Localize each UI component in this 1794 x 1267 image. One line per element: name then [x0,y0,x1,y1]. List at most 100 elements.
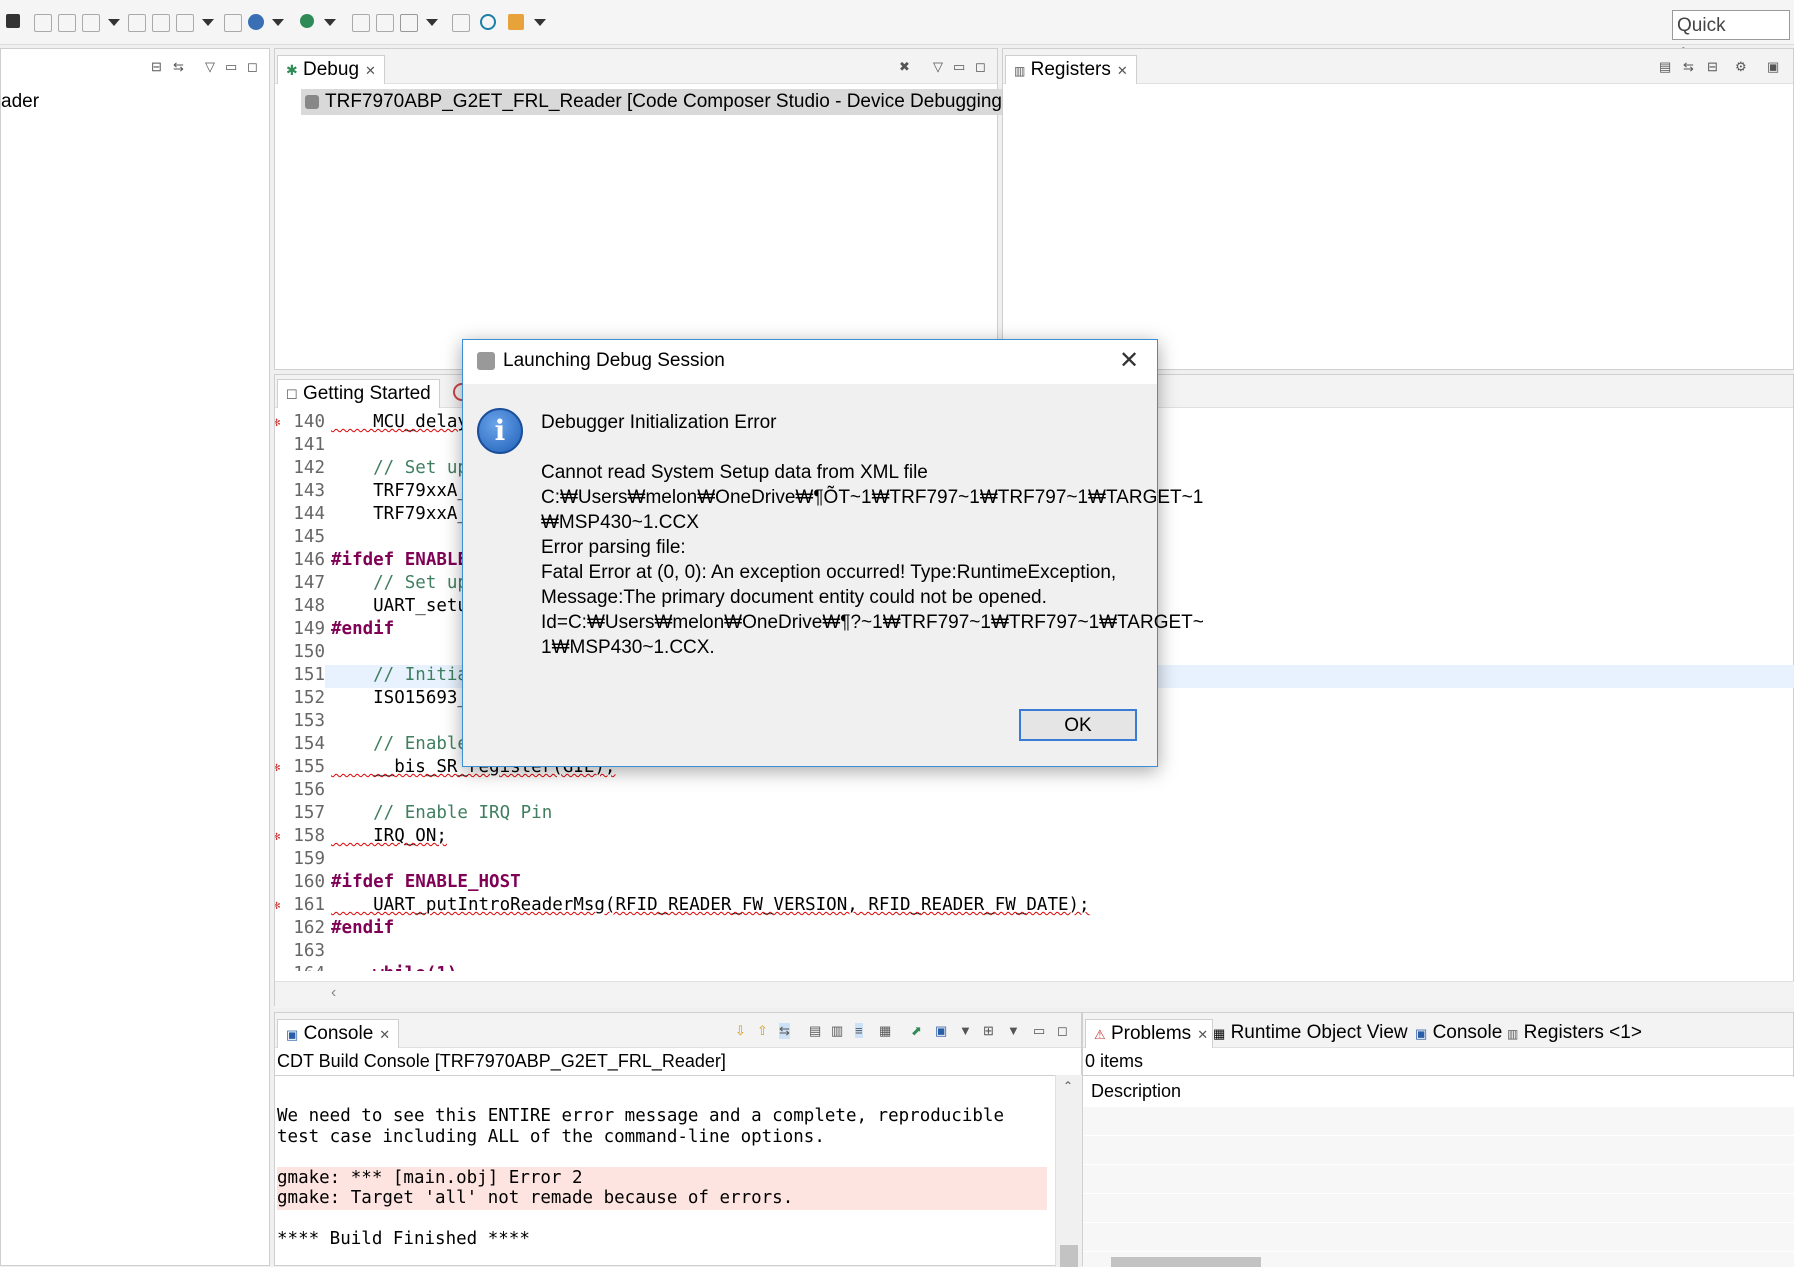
tab-console-2[interactable]: ▣ Console [1415,1019,1502,1048]
problems-table-header[interactable]: Description [1083,1077,1794,1108]
code-text: UART_putIntroReaderMsg(RFID_READER_FW_VE… [331,895,1090,915]
line-number: 163 [293,941,325,961]
registers-toolbar-icon[interactable]: ⇆ [1683,59,1694,75]
link-editor-icon[interactable]: ⇆ [173,59,184,75]
link-icon[interactable] [58,14,76,32]
debug-tab-header: ✱ Debug ✕ ✖ ▽ ▭ ◻ [275,49,997,84]
chevron-down-icon[interactable] [202,19,214,26]
collapse-all-icon[interactable]: ⊟ [151,59,162,75]
remove-terminated-icon[interactable]: ✖ [899,59,910,75]
scroll-up-icon[interactable]: ⌃ [1063,1079,1073,1093]
tab-console[interactable]: ▣ Console ✕ [277,1019,400,1048]
display-console-icon[interactable]: ▣ [935,1023,947,1039]
tab-problems[interactable]: ⚠ Problems ✕ [1085,1019,1214,1048]
skip-icon[interactable] [128,14,146,32]
debug-disabled-icon[interactable] [34,14,52,32]
registers-toolbar-icon[interactable]: ⊟ [1707,59,1718,75]
scroll-thumb[interactable] [1060,1245,1078,1267]
maximize-icon[interactable]: ◻ [1057,1023,1068,1039]
line-number: 158 [293,826,325,846]
code-line[interactable]: 156 [275,779,1794,802]
code-text: // Initia [331,665,468,685]
registers-toolbar-icon[interactable]: ▤ [1659,59,1671,75]
save-icon[interactable] [82,14,100,32]
code-line[interactable]: 157 // Enable IRQ Pin [275,802,1794,825]
code-line[interactable]: 160 #ifdef ENABLE_HOST [275,871,1794,894]
scroll-left-icon[interactable]: ‹ [331,984,336,1002]
chevron-down-icon[interactable] [108,19,120,26]
close-icon[interactable]: ✕ [365,63,376,78]
search-icon[interactable] [480,14,496,30]
new-console-icon[interactable]: ⊞ [983,1023,994,1039]
chevron-down-icon[interactable] [324,19,336,26]
line-number: 150 [293,642,325,662]
load-icon[interactable] [248,14,264,30]
step-return-icon[interactable] [376,14,394,32]
console-tab-header: ▣ Console ✕ ⇩ ⇧ ⇆ ▤ ▥ ≡ ▦ ⬈ ▣ ▼ ⊞ ▼ ▭ ◻ [275,1013,1081,1048]
launch-icon[interactable] [508,14,524,30]
console-output[interactable]: We need to see this ENTIRE error message… [277,1105,1057,1267]
line-number: 151 [293,665,325,685]
close-icon[interactable]: ✕ [1197,1027,1208,1042]
quick-access-field[interactable]: Quick Access [1672,10,1790,66]
code-line[interactable]: 159 [275,848,1794,871]
code-line[interactable]: ✻ 161 UART_putIntroReaderMsg(RFID_READER_… [275,894,1794,917]
code-line[interactable]: 164 while(1) [275,963,1794,971]
tab-getting-started[interactable]: ☐ Getting Started [277,379,440,408]
tab-debug[interactable]: ✱ Debug ✕ [277,55,385,84]
code-text: IRQ_ON; [331,826,447,846]
maximize-icon[interactable]: ◻ [247,59,258,75]
bug-icon[interactable] [300,14,314,28]
word-wrap-icon[interactable]: ≡ [855,1023,863,1038]
page-icon: ☐ [286,387,298,402]
code-line[interactable]: 162 #endif [275,917,1794,940]
code-line[interactable]: ✻ 158 IRQ_ON; [275,825,1794,848]
console-scrollbar[interactable]: ⌃ [1055,1075,1082,1267]
close-icon[interactable]: ✕ [1117,63,1128,78]
horizontal-scrollbar[interactable]: ‹ [275,981,1794,1008]
console-title: CDT Build Console [TRF7970ABP_G2ET_FRL_R… [277,1051,726,1071]
dialog-message: Cannot read System Setup data from XML f… [541,460,1204,660]
connect-icon[interactable] [224,14,242,32]
console-option-icon[interactable]: ▥ [831,1023,843,1039]
minimize-icon[interactable]: ▭ [1033,1023,1045,1039]
step-icon[interactable] [176,14,194,32]
chevron-down-icon[interactable]: ▼ [959,1023,972,1038]
registers-toolbar-icon[interactable]: ⚙ [1735,59,1747,75]
chevron-down-icon[interactable] [534,19,546,26]
line-number: 152 [293,688,325,708]
console-option-icon[interactable]: ▤ [809,1023,821,1039]
chevron-down-icon[interactable] [272,19,284,26]
tab-registers[interactable]: ▥ Registers ✕ [1005,55,1137,84]
close-icon[interactable]: ✕ [379,1027,390,1042]
dialog-message-line: Fatal Error at (0, 0): An exception occu… [541,562,1117,583]
chevron-down-icon[interactable] [426,19,438,26]
maximize-icon[interactable]: ◻ [975,59,986,75]
wrench-icon[interactable] [400,14,418,32]
tab-registers-1[interactable]: ▥ Registers <1> [1507,1019,1642,1048]
view-menu-icon[interactable]: ▽ [205,59,215,75]
close-icon[interactable]: ✕ [1119,346,1139,375]
ok-button[interactable]: OK [1019,709,1137,741]
reset-icon[interactable] [152,14,170,32]
minimize-icon[interactable]: ▭ [953,59,965,75]
debug-session-item[interactable]: TRF7970ABP_G2ET_FRL_Reader [Code Compose… [301,89,1014,115]
grid-icon[interactable] [6,14,20,28]
minimize-icon[interactable]: ▭ [225,59,237,75]
project-item[interactable]: ader [1,91,39,113]
tab-runtime-object-view[interactable]: ▦ Runtime Object View [1213,1019,1408,1048]
line-number: 159 [293,849,325,869]
clear-console-icon[interactable]: ▦ [879,1023,891,1039]
scroll-lock-icon[interactable]: ⇆ [779,1023,790,1039]
tab-label: Problems [1110,1023,1192,1044]
registers-toolbar-icon[interactable]: ▣ [1767,59,1779,75]
view-menu-icon[interactable]: ▽ [933,59,943,75]
pin-console-icon[interactable]: ⬈ [911,1023,922,1039]
scroll-down-icon[interactable]: ⇩ [735,1023,746,1039]
terminal-icon[interactable] [452,14,470,32]
scroll-up-icon[interactable]: ⇧ [757,1023,768,1039]
step-over-icon[interactable] [352,14,370,32]
column-description[interactable]: Description [1091,1081,1181,1102]
code-line[interactable]: 163 [275,940,1794,963]
chevron-down-icon[interactable]: ▼ [1007,1023,1020,1038]
